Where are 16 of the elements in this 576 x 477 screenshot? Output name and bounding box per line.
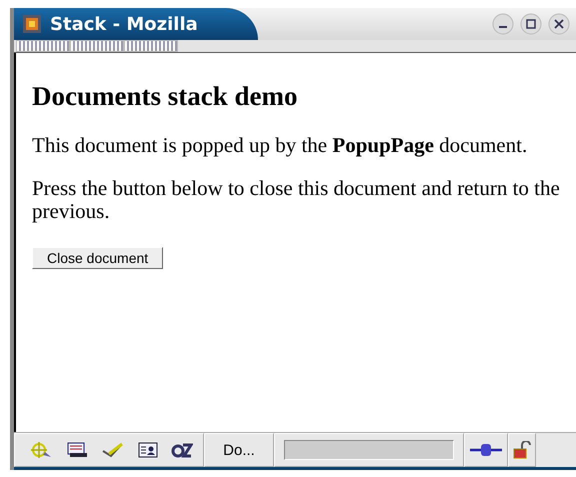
toolbar-grip[interactable] (124, 40, 178, 52)
page-heading: Documents stack demo (32, 81, 298, 112)
toolbar-grip[interactable] (70, 40, 124, 52)
minimize-icon[interactable] (492, 13, 514, 35)
padlock-icon (513, 441, 531, 459)
window-title: Stack - Mozilla (50, 14, 198, 34)
close-icon[interactable] (548, 13, 570, 35)
paragraph: This document is popped up by the PopupPage document. (32, 134, 528, 157)
paragraph: Press the button below to close this document and return to the previous. (32, 177, 560, 223)
close-document-button[interactable]: Close document (32, 247, 164, 269)
toolbar-grip[interactable] (16, 40, 70, 52)
address-card-icon[interactable] (137, 441, 159, 459)
app-icon (22, 14, 42, 34)
status-text: Do... (223, 442, 255, 458)
connection-plug-icon (469, 442, 503, 458)
maximize-icon[interactable] (520, 13, 542, 35)
